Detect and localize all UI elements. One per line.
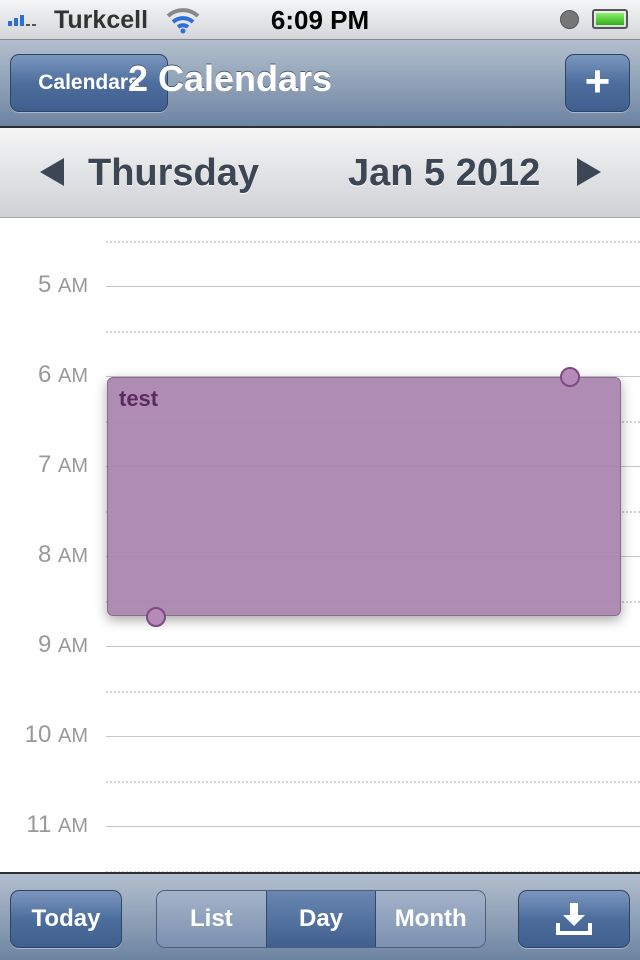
hour-label: 5 AM [0,271,88,299]
battery-icon [592,9,628,29]
add-event-button[interactable]: + [565,54,630,112]
hour-number: 5 [37,271,52,298]
hour-label: 7 AM [0,451,88,479]
clock-icon [560,10,579,29]
hour-line [106,826,640,827]
half-hour-line [106,691,640,693]
hour-ampm: AM [58,455,88,477]
half-hour-line [106,781,640,783]
half-hour-line [106,331,640,333]
previous-day-icon[interactable] [40,158,64,186]
hour-number: 7 [37,451,52,478]
hour-number: 6 [37,361,52,388]
hour-ampm: AM [58,365,88,387]
half-hour-line [106,241,640,243]
event-start-drag-handle[interactable] [146,607,166,627]
hour-line [106,286,640,287]
hour-line [106,736,640,737]
status-time: 6:09 PM [270,5,370,35]
event-title: test [119,386,159,411]
next-day-icon[interactable] [577,158,601,186]
hour-label: 10 AM [0,721,88,749]
segment-list[interactable]: List [157,891,266,947]
hour-ampm: AM [58,725,88,747]
hour-number: 9 [37,631,52,658]
hour-ampm: AM [58,275,88,297]
hour-label: 9 AM [0,631,88,659]
navigation-bar: Calendars 2 Calendars + [0,40,640,128]
hour-number: 11 [26,811,52,838]
hour-label: 11 AM [0,811,88,839]
bottom-toolbar: Today List Day Month [0,872,640,960]
inbox-button[interactable] [518,890,630,948]
page-title: 2 Calendars [127,58,333,99]
date-label: Jan 5 2012 [348,152,541,194]
today-button[interactable]: Today [10,890,122,948]
hour-label: 8 AM [0,541,88,569]
hour-ampm: AM [58,545,88,567]
day-grid[interactable]: 5 AM 6 AM 7 AM 8 AM 9 AM 10 AM 11 AM test [0,218,640,872]
day-name: Thursday [88,152,260,194]
hour-ampm: AM [58,815,88,837]
event-block[interactable]: test [107,367,621,627]
hour-number: 8 [37,541,52,568]
hour-label: 6 AM [0,361,88,389]
status-bar: Turkcell 6:09 PM [0,0,640,40]
segment-month[interactable]: Month [376,891,485,947]
segment-day[interactable]: Day [265,891,377,947]
date-bar: Thursday Jan 5 2012 [0,128,640,218]
event-end-drag-handle[interactable] [560,367,580,387]
download-tray-icon [556,903,592,935]
hour-number: 10 [24,721,52,748]
hour-ampm: AM [58,635,88,657]
hour-line [106,646,640,647]
view-segmented-control: List Day Month [156,890,486,948]
